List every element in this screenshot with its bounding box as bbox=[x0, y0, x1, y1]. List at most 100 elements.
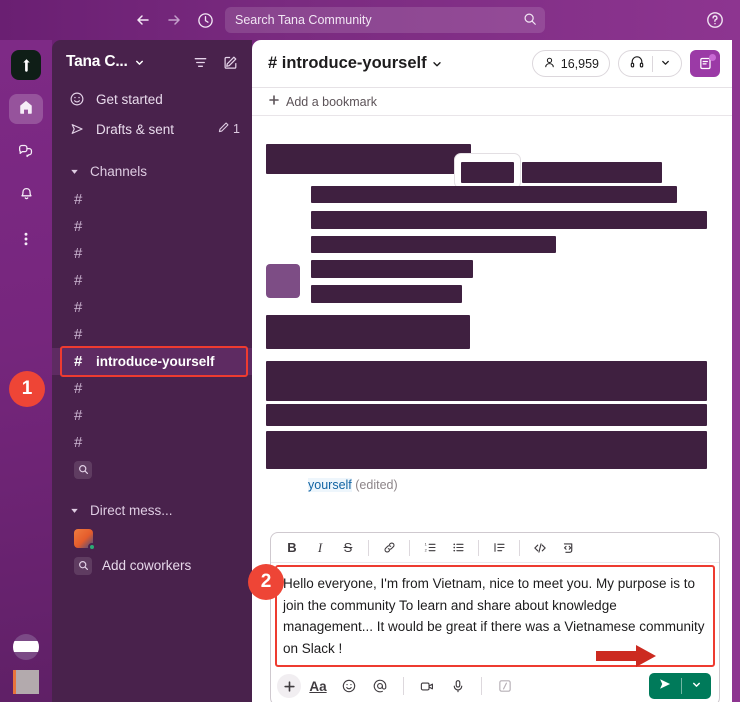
filter-icon[interactable] bbox=[188, 50, 212, 74]
divider bbox=[403, 677, 404, 695]
slash-icon[interactable] bbox=[491, 673, 519, 699]
divider bbox=[519, 539, 520, 556]
canvas-icon[interactable] bbox=[690, 50, 720, 77]
sidebar-item-label: Get started bbox=[96, 91, 163, 107]
hash-icon: # bbox=[74, 299, 83, 316]
channels-section-label: Channels bbox=[90, 163, 148, 179]
sidebar-channel-introduce-yourself[interactable]: # introduce-yourself bbox=[52, 346, 252, 377]
rail-item-more[interactable] bbox=[9, 226, 43, 256]
member-count-button[interactable]: 16,959 bbox=[531, 50, 610, 77]
link-icon[interactable] bbox=[376, 536, 402, 560]
send-button[interactable] bbox=[649, 677, 681, 696]
message-author-link[interactable]: yourself bbox=[308, 478, 352, 492]
avatar[interactable] bbox=[266, 264, 300, 298]
redaction-block bbox=[522, 162, 662, 183]
blockquote-icon[interactable] bbox=[486, 536, 512, 560]
divider bbox=[478, 539, 479, 556]
hash-icon: # bbox=[74, 353, 83, 370]
hash-icon: # bbox=[74, 380, 83, 397]
drafts-count-group: 1 bbox=[217, 121, 240, 137]
add-bookmark-label: Add a bookmark bbox=[286, 94, 378, 109]
search-icon bbox=[523, 12, 537, 29]
sidebar-dm-redacted[interactable] bbox=[52, 525, 252, 552]
hash-icon: # bbox=[74, 245, 83, 262]
sidebar-channel-redacted[interactable]: # bbox=[52, 294, 252, 321]
formatting-button[interactable]: Aa bbox=[304, 673, 332, 699]
microphone-icon[interactable] bbox=[444, 673, 472, 699]
dm-section-header[interactable]: Direct mess... bbox=[52, 495, 252, 525]
redaction-block bbox=[266, 404, 707, 426]
search-input-value: Search Tana Community bbox=[235, 13, 372, 27]
redaction-block bbox=[311, 260, 473, 278]
compose-icon[interactable] bbox=[218, 50, 242, 74]
rail-item-home[interactable] bbox=[9, 94, 43, 124]
app-tile[interactable] bbox=[13, 670, 39, 694]
sidebar-add-coworkers[interactable]: Add coworkers bbox=[52, 552, 252, 579]
chevron-down-icon[interactable] bbox=[660, 57, 671, 71]
sidebar-channel-redacted[interactable]: # bbox=[52, 321, 252, 348]
sidebar-channel-redacted[interactable]: # bbox=[52, 402, 252, 429]
video-icon[interactable] bbox=[413, 673, 441, 699]
bookmark-bar[interactable]: Add a bookmark bbox=[252, 88, 732, 116]
bulleted-list-icon[interactable] bbox=[445, 536, 471, 560]
strikethrough-button[interactable]: S bbox=[335, 536, 361, 560]
sidebar-item-label: Drafts & sent bbox=[96, 121, 175, 137]
svg-text:1: 1 bbox=[424, 543, 426, 547]
step-badge-1: 1 bbox=[9, 371, 45, 407]
message-list: yourself (edited) bbox=[252, 116, 732, 492]
rail-item-dms[interactable] bbox=[9, 138, 43, 168]
workspace-name[interactable]: Tana C... bbox=[66, 53, 128, 71]
send-button-group bbox=[649, 673, 711, 699]
huddle-button[interactable] bbox=[618, 50, 682, 77]
sidebar-channel-redacted[interactable]: # bbox=[52, 429, 252, 456]
channel-main-panel: # introduce-yourself 16,959 Add a bookma… bbox=[252, 40, 732, 702]
chevron-down-icon bbox=[431, 58, 443, 70]
plus-icon[interactable] bbox=[277, 674, 301, 698]
message-edited-line: yourself (edited) bbox=[252, 474, 398, 492]
search-input[interactable]: Search Tana Community bbox=[225, 7, 545, 33]
ordered-list-icon[interactable]: 12 bbox=[417, 536, 443, 560]
back-arrow-icon[interactable] bbox=[132, 9, 154, 31]
send-options-button[interactable] bbox=[682, 677, 711, 695]
sidebar-channel-search-button[interactable] bbox=[52, 456, 252, 483]
redaction-block bbox=[13, 641, 39, 652]
italic-button[interactable]: I bbox=[307, 536, 333, 560]
avatar[interactable] bbox=[13, 634, 39, 660]
plus-icon bbox=[268, 94, 280, 109]
sidebar-channel-redacted[interactable]: # bbox=[52, 375, 252, 402]
sidebar-item-get-started[interactable]: Get started bbox=[52, 84, 252, 114]
drafts-count: 1 bbox=[233, 122, 240, 136]
channel-header: # introduce-yourself 16,959 bbox=[252, 40, 732, 88]
hash-icon: # bbox=[74, 407, 83, 424]
member-count: 16,959 bbox=[560, 56, 599, 71]
workspace-header: Tana C... bbox=[52, 40, 252, 84]
clock-icon[interactable] bbox=[194, 9, 216, 31]
slack-app-window: Search Tana Community Tana C... Get star… bbox=[0, 0, 740, 702]
chevron-down-icon[interactable] bbox=[134, 57, 145, 68]
hash-icon: # bbox=[74, 326, 83, 343]
channels-section-header[interactable]: Channels bbox=[52, 156, 252, 186]
divider bbox=[481, 677, 482, 695]
at-icon[interactable] bbox=[366, 673, 394, 699]
rail-item-activity[interactable] bbox=[9, 182, 43, 212]
pencil-icon bbox=[217, 121, 230, 137]
red-arrow-pointing-to-send-button bbox=[596, 645, 656, 667]
sidebar-channel-redacted[interactable]: # bbox=[52, 240, 252, 267]
smiley-icon[interactable] bbox=[335, 673, 363, 699]
code-block-icon[interactable] bbox=[555, 536, 581, 560]
more-vertical-icon bbox=[18, 230, 34, 253]
tana-workspace-logo[interactable] bbox=[11, 50, 41, 80]
sidebar-channel-redacted[interactable]: # bbox=[52, 267, 252, 294]
code-icon[interactable] bbox=[527, 536, 553, 560]
presence-online-indicator bbox=[88, 543, 96, 551]
page-title[interactable]: # introduce-yourself bbox=[268, 54, 443, 73]
forward-arrow-icon[interactable] bbox=[163, 9, 185, 31]
search-icon bbox=[74, 556, 92, 575]
sidebar-item-drafts-and-sent[interactable]: Drafts & sent 1 bbox=[52, 114, 252, 144]
question-circle-icon[interactable] bbox=[704, 9, 726, 31]
sidebar-channel-redacted[interactable]: # bbox=[52, 213, 252, 240]
sidebar-channel-redacted[interactable]: # bbox=[52, 186, 252, 213]
bold-button[interactable]: B bbox=[279, 536, 305, 560]
channel-title-text: # introduce-yourself bbox=[268, 54, 427, 72]
hash-icon: # bbox=[74, 191, 83, 208]
